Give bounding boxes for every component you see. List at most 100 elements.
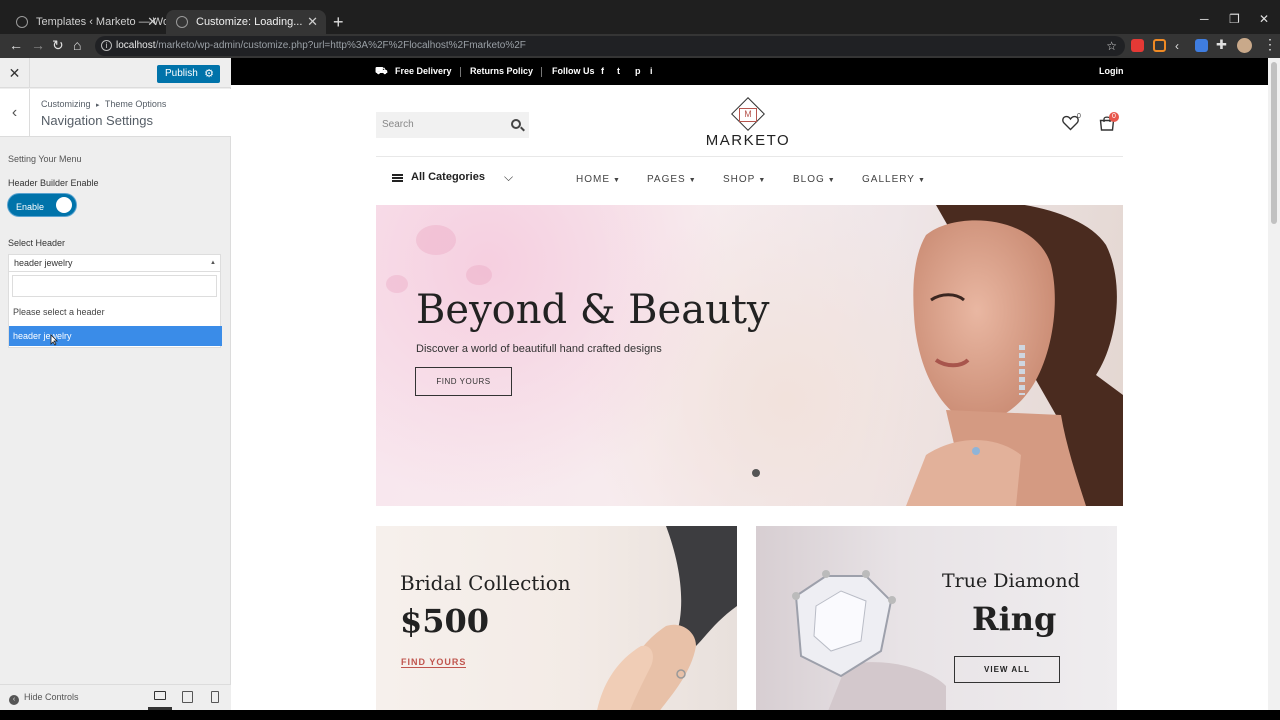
extension-orange-icon[interactable]: [1153, 39, 1166, 52]
header-divider: [376, 156, 1123, 157]
gear-icon[interactable]: ⚙: [204, 65, 214, 83]
chevron-down-icon: ▼: [688, 177, 697, 184]
option-header-jewelry[interactable]: header jewelry: [9, 326, 222, 346]
section-title: Navigation Settings: [41, 113, 154, 128]
extension-arrow-icon[interactable]: ‹: [1175, 38, 1179, 54]
restore-icon[interactable]: ❐: [1229, 12, 1240, 26]
search-icon[interactable]: [511, 119, 521, 129]
find-yours-button[interactable]: FIND YOURS: [415, 367, 512, 396]
petal-decoration: [386, 275, 408, 293]
returns-policy-link[interactable]: Returns Policy: [470, 58, 533, 85]
petal-decoration: [466, 265, 492, 285]
option-please-select[interactable]: Please select a header: [9, 302, 222, 322]
window-close-icon[interactable]: ✕: [1259, 12, 1269, 26]
tablet-preview-icon[interactable]: [182, 691, 193, 703]
collapse-icon: ‹: [9, 695, 19, 705]
diamond-ring-image: [792, 570, 946, 710]
chevron-down-icon: ▼: [917, 177, 926, 184]
close-tab-icon[interactable]: ✕: [307, 10, 318, 34]
nav-label: PAGES: [647, 174, 686, 185]
nav-pages[interactable]: PAGES ▼: [647, 174, 697, 185]
holding-hands-image: [597, 526, 737, 710]
mouse-pointer-icon: [50, 334, 58, 346]
browser-tab-templates[interactable]: Templates ‹ Marketo — WordPress ✕: [6, 10, 166, 34]
truck-icon: ⛟: [375, 66, 388, 77]
nav-gallery[interactable]: GALLERY ▼: [862, 174, 926, 185]
petal-decoration: [416, 225, 456, 255]
nav-blog[interactable]: BLOG ▼: [793, 174, 836, 185]
nav-label: HOME: [576, 174, 610, 185]
dropdown-search-input[interactable]: [12, 275, 217, 297]
nav-shop[interactable]: SHOP ▼: [723, 174, 766, 185]
customizer-footer: ‹ Hide Controls: [0, 684, 231, 710]
site-info-icon[interactable]: i: [101, 40, 112, 51]
browser-tab-customize[interactable]: Customize: Loading... ✕: [166, 10, 326, 34]
forward-icon[interactable]: →: [31, 37, 45, 53]
search-placeholder: Search: [382, 119, 414, 130]
follow-us-label: Follow Us: [552, 66, 595, 76]
star-icon[interactable]: ☆: [1106, 36, 1117, 56]
diamond-ring-banner: True Diamond Ring VIEW ALL: [756, 526, 1117, 710]
hero-model-image: [906, 205, 1123, 506]
diamond-title-line1: True Diamond: [942, 570, 1080, 592]
logo-monogram: M: [739, 108, 757, 122]
extensions-icon[interactable]: ✚: [1216, 37, 1227, 53]
back-icon[interactable]: ←: [9, 37, 23, 53]
new-tab-button[interactable]: +: [333, 13, 344, 31]
extension-red-icon[interactable]: [1131, 39, 1144, 52]
mobile-preview-icon[interactable]: [211, 691, 219, 703]
list-icon: [392, 174, 403, 182]
reload-icon[interactable]: ↻: [52, 37, 64, 53]
customizer-header: ✕ Publish ⚙: [0, 58, 231, 88]
publish-label: Publish: [165, 68, 198, 79]
twitter-icon[interactable]: t: [617, 58, 620, 85]
breadcrumb-section: Theme Options: [104, 99, 167, 109]
select-header-label: Select Header: [8, 238, 66, 248]
publish-button[interactable]: Publish ⚙: [157, 65, 220, 83]
preview-scrollbar[interactable]: [1268, 58, 1280, 710]
divider: [541, 67, 542, 77]
bridal-price: $500: [400, 602, 490, 640]
hero-title: Beyond & Beauty: [416, 287, 770, 333]
chevron-down-icon[interactable]: ⌵: [504, 170, 513, 185]
bridal-collection-banner: Bridal Collection $500 FIND YOURS: [376, 526, 737, 710]
desktop-preview-icon[interactable]: [154, 691, 166, 700]
slider-dot[interactable]: [752, 469, 760, 477]
back-button[interactable]: ‹: [0, 89, 30, 137]
site-search-input[interactable]: Search: [376, 112, 529, 138]
breadcrumb: Customizing ▸ Theme Options: [41, 99, 166, 109]
login-link[interactable]: Login: [1099, 58, 1124, 85]
profile-avatar[interactable]: [1237, 38, 1252, 53]
minimize-icon[interactable]: ─: [1200, 12, 1209, 26]
select-header-dropdown[interactable]: header jewelry ▲: [8, 254, 221, 272]
header-builder-toggle[interactable]: Enable: [8, 194, 76, 216]
scrollbar-thumb[interactable]: [1271, 62, 1277, 224]
kebab-menu-icon[interactable]: ⋮: [1263, 36, 1277, 52]
close-tab-icon[interactable]: ✕: [147, 10, 158, 34]
customizer-sidebar: ✕ Publish ⚙ ‹ Customizing ▸ Theme Option…: [0, 58, 231, 710]
instagram-icon[interactable]: i: [650, 58, 653, 85]
divider: [460, 67, 461, 77]
view-all-button[interactable]: VIEW ALL: [954, 656, 1060, 683]
facebook-icon[interactable]: f: [601, 58, 604, 85]
site-topbar: ⛟ Free Delivery Returns Policy Follow Us…: [231, 58, 1268, 85]
bridal-find-yours-link[interactable]: FIND YOURS: [401, 657, 467, 668]
header-builder-label: Header Builder Enable: [8, 178, 99, 188]
home-icon[interactable]: ⌂: [73, 37, 81, 53]
close-customizer-button[interactable]: ✕: [0, 58, 30, 88]
diamond-title-line2: Ring: [972, 600, 1057, 638]
site-logo[interactable]: MARKETO: [703, 132, 793, 149]
pinterest-icon[interactable]: p: [635, 58, 641, 85]
address-bar[interactable]: i localhost/marketo/wp-admin/customize.p…: [95, 36, 1125, 56]
all-categories-label: All Categories: [411, 171, 485, 183]
extension-blue-icon[interactable]: [1195, 39, 1208, 52]
toggle-knob: [56, 197, 72, 213]
hide-controls-button[interactable]: ‹ Hide Controls: [9, 692, 79, 705]
breadcrumb-root: Customizing: [41, 99, 91, 109]
nav-home[interactable]: HOME ▼: [576, 174, 621, 185]
loading-favicon-icon: [176, 16, 188, 28]
site-preview: ⛟ Free Delivery Returns Policy Follow Us…: [231, 58, 1268, 710]
free-delivery-link[interactable]: Free Delivery: [395, 58, 452, 85]
wishlist-count-badge: 0: [1077, 113, 1081, 120]
nav-label: BLOG: [793, 174, 825, 185]
